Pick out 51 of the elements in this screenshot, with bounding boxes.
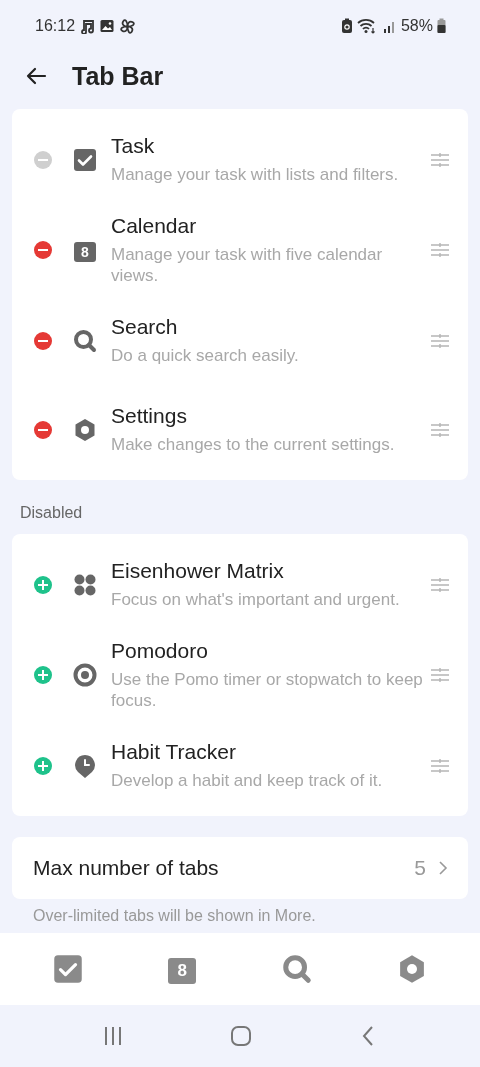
back-icon[interactable] (360, 1025, 376, 1047)
drag-handle-icon[interactable] (430, 667, 450, 683)
drag-handle-icon[interactable] (430, 151, 450, 168)
remove-button[interactable] (34, 241, 52, 259)
item-description: Manage your task with lists and filters. (111, 164, 400, 185)
section-label: Disabled (19, 503, 84, 523)
battery-level: 58% (400, 17, 433, 35)
drag-handle-icon[interactable] (430, 576, 450, 593)
status-time: 16:12 (35, 17, 76, 35)
drag-handle-icon[interactable] (430, 421, 450, 438)
battery-saver-icon (340, 18, 353, 34)
item-description: Make changes to the current settings. (111, 434, 396, 455)
home-icon[interactable] (230, 1025, 252, 1047)
max-tabs-row[interactable]: Max number of tabs 5 (12, 837, 468, 899)
add-button[interactable] (34, 666, 52, 684)
recent-apps-icon[interactable] (104, 1025, 122, 1047)
fan-icon (119, 17, 137, 35)
item-description: Develop a habit and keep track of it. (111, 770, 384, 791)
image-icon (99, 18, 116, 34)
item-title: Calendar (111, 214, 198, 238)
remove-button[interactable] (34, 420, 52, 439)
item-description: Focus on what's important and urgent. (111, 589, 401, 610)
item-title: Task (111, 134, 156, 158)
target-icon (73, 663, 97, 687)
four-circles-icon (73, 572, 97, 597)
drag-handle-icon[interactable] (430, 757, 450, 774)
item-title: Search (111, 315, 179, 339)
add-button[interactable] (34, 575, 52, 594)
item-title: Pomodoro (111, 639, 209, 663)
item-title: Habit Tracker (111, 740, 237, 764)
hint-text: Over-limited tabs will be shown in More. (32, 906, 317, 925)
page-title: Tab Bar (72, 61, 164, 91)
item-description: Manage your task with five calendar views. (111, 244, 384, 286)
battery-icon (437, 18, 446, 34)
add-button[interactable] (34, 756, 52, 775)
chevron-right-icon (438, 860, 448, 876)
calendar-icon: 8 (74, 241, 96, 262)
drag-handle-icon[interactable] (430, 242, 450, 258)
item-title: Settings (111, 404, 188, 428)
settings-icon (73, 417, 97, 442)
remove-button[interactable] (34, 331, 52, 350)
checkbox-icon (73, 147, 97, 172)
search-icon[interactable] (281, 954, 312, 984)
search-icon (73, 328, 97, 353)
music-note-icon (79, 18, 96, 34)
item-title: Eisenhower Matrix (111, 559, 285, 583)
drag-handle-icon[interactable] (430, 332, 450, 349)
item-description: Use the Pomo timer or stopwatch to keep focus. (111, 669, 424, 711)
item-description: Do a quick search easily. (111, 345, 300, 366)
checkbox-icon[interactable] (52, 954, 83, 984)
clock-pin-icon (73, 753, 97, 778)
